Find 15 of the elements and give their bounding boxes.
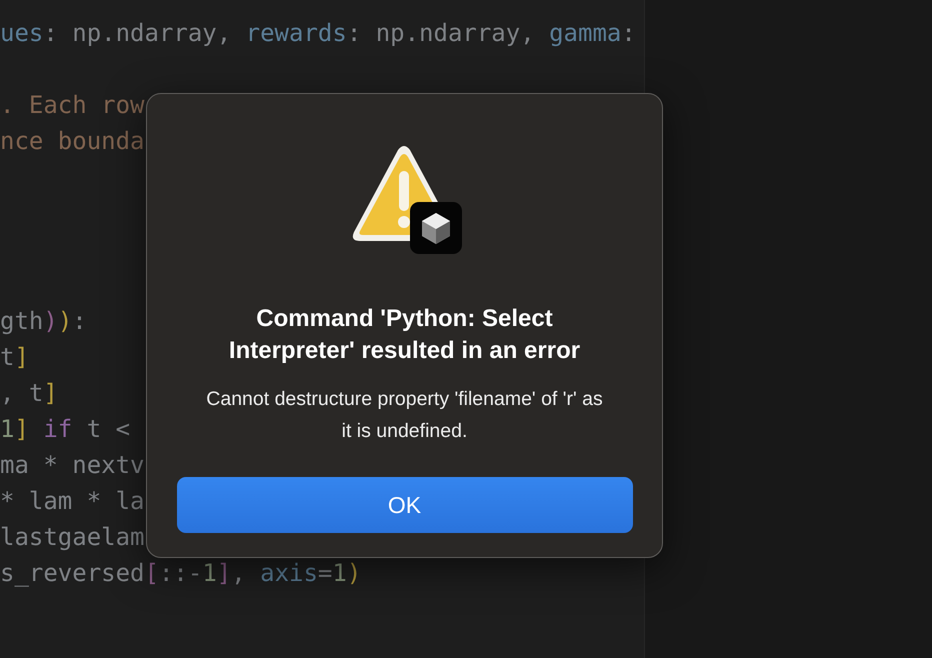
code-line: lastgaelam xyxy=(0,523,144,553)
code-line: ues: np.ndarray, rewards: np.ndarray, gamma: xyxy=(0,19,636,49)
ok-button[interactable]: OK xyxy=(176,477,632,533)
code-line: ma * nextv xyxy=(0,451,144,481)
code-line: * lam * la xyxy=(0,487,144,517)
code-line: 1] if t < xyxy=(0,415,130,445)
code-line: s_reversed[::-1], axis=1) xyxy=(0,559,362,589)
code-line: . Each row xyxy=(0,91,144,121)
dialog-title: Command 'Python: Select Interpreter' resulted in an error xyxy=(228,304,582,366)
cube-icon xyxy=(410,202,462,254)
code-line: , t] xyxy=(0,379,58,409)
error-message: Cannot destructure property 'filename' of 'r' as it is undefined. xyxy=(205,387,604,444)
code-line: t] xyxy=(0,343,29,373)
code-line: gth)): xyxy=(0,307,87,337)
code-line: nce bounda xyxy=(0,127,144,157)
